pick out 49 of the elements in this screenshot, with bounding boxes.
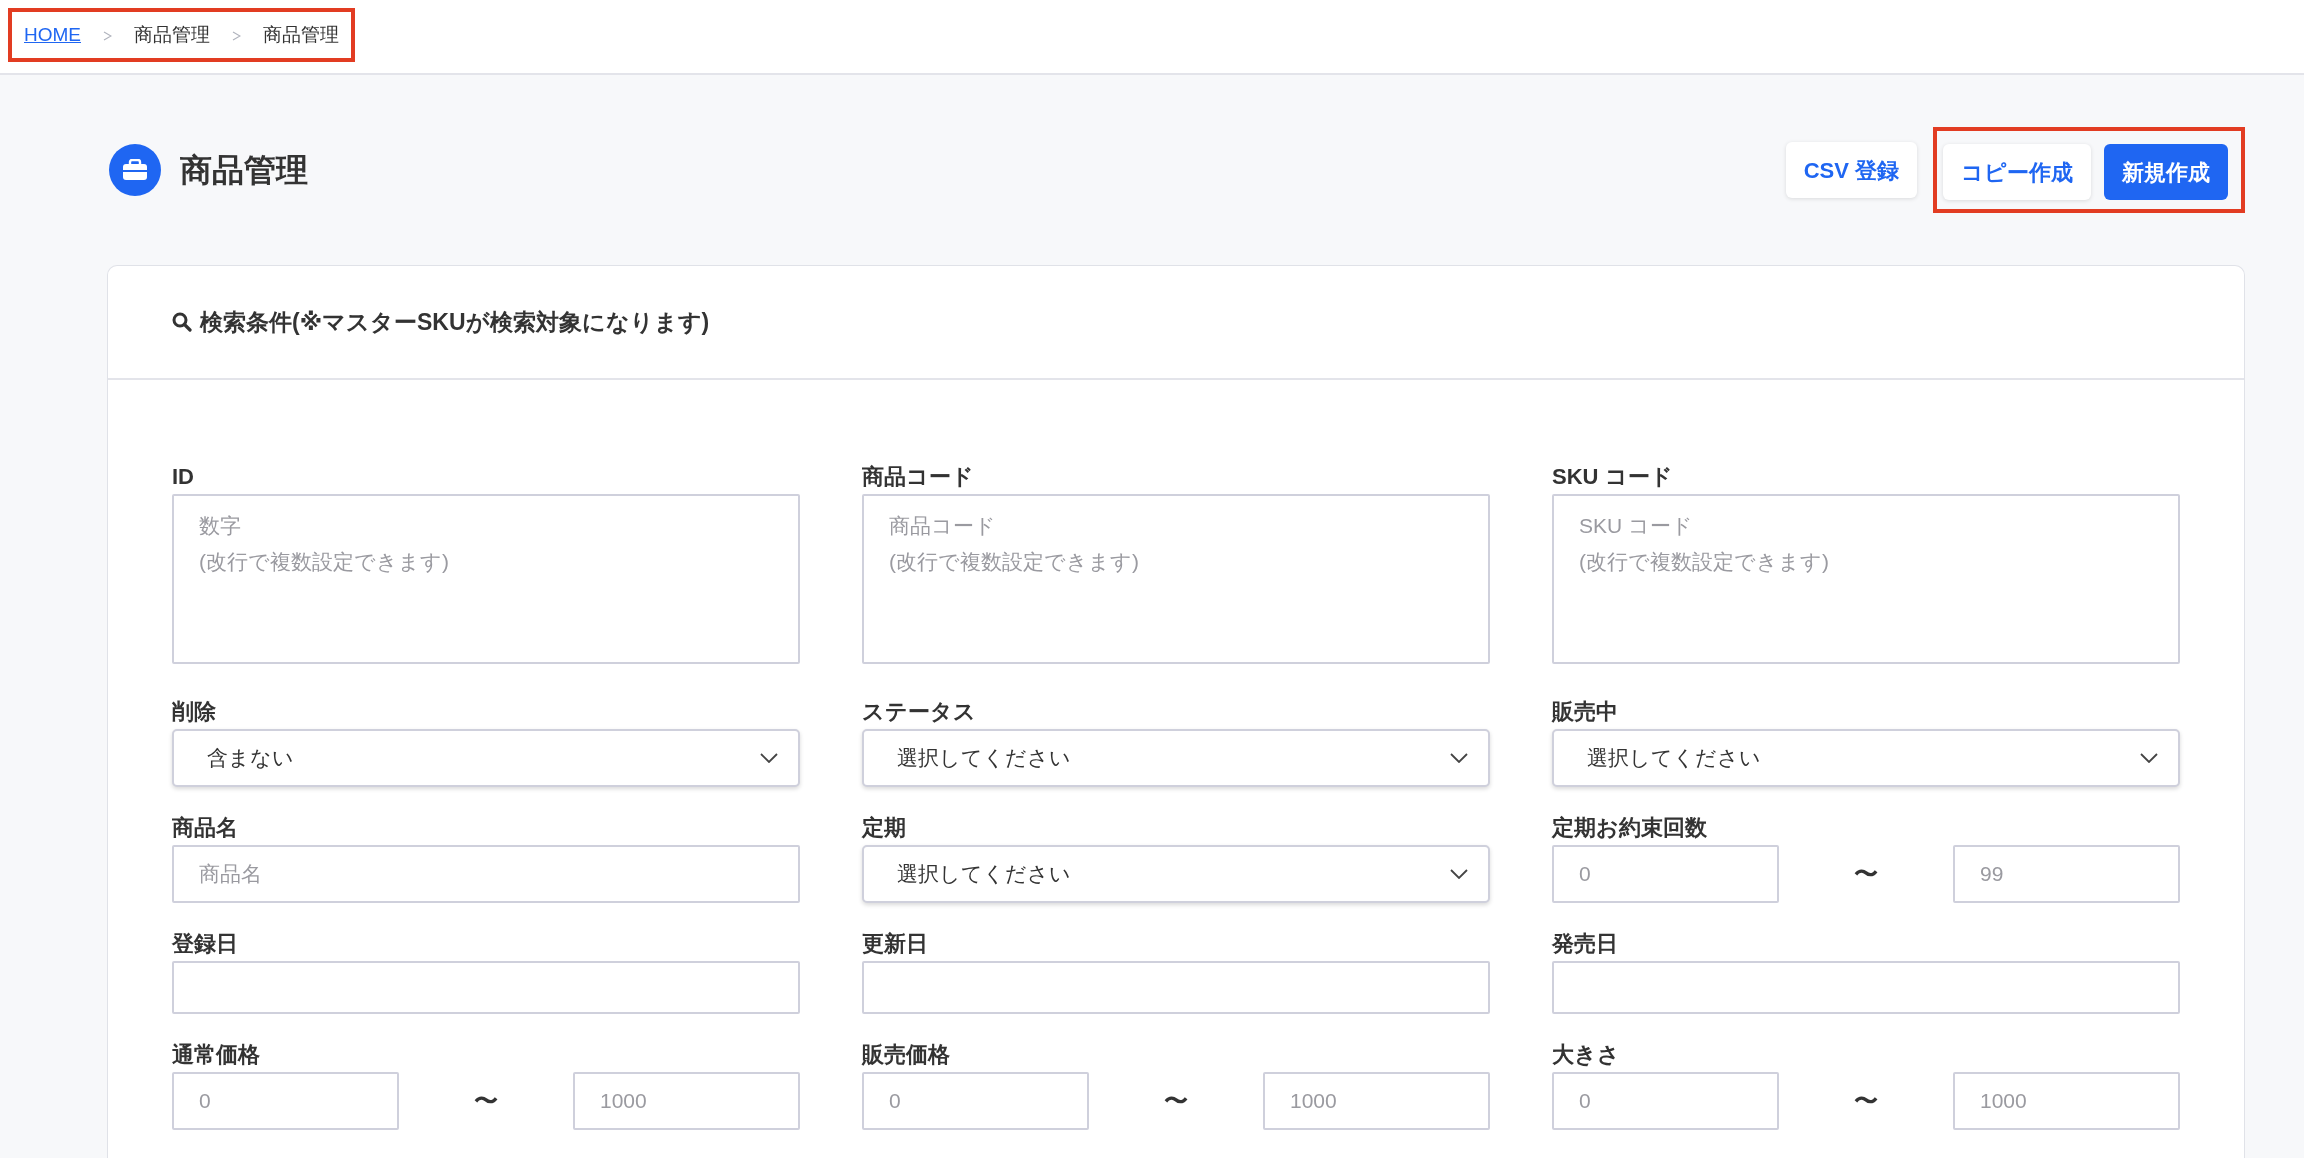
field-label: 登録日 — [172, 930, 239, 958]
field-label: ID — [172, 463, 195, 491]
select-field[interactable]: 含まない — [172, 729, 800, 787]
input-field[interactable]: 商品名 — [172, 845, 800, 903]
field-label: 定期 — [862, 814, 907, 842]
field-label: 大きさ — [1552, 1041, 1621, 1069]
action-button[interactable]: コピー作成 — [1943, 144, 2091, 200]
field-label: 販売価格 — [862, 1041, 951, 1069]
input-field[interactable]: 0 — [862, 1072, 1089, 1130]
field-label: 通常価格 — [172, 1041, 261, 1069]
field-label: ステータス — [862, 698, 977, 726]
field-label: 定期お約束回数 — [1552, 814, 1708, 842]
range-separator: 〜 — [1853, 1086, 1879, 1116]
chevron-down-icon — [2140, 753, 2158, 763]
search-icon — [172, 312, 192, 332]
input-field[interactable]: SKU コード (改行で複数設定できます) — [1552, 494, 2180, 664]
range-separator: 〜 — [473, 1086, 499, 1116]
action-button[interactable]: 新規作成 — [2104, 144, 2228, 200]
input-field[interactable]: 1000 — [1263, 1072, 1490, 1130]
page-title: 商品管理 — [180, 151, 308, 190]
select-field[interactable]: 選択してください — [1552, 729, 2180, 787]
select-field[interactable]: 選択してください — [862, 845, 1490, 903]
breadcrumb-link[interactable]: HOME — [24, 20, 81, 50]
input-field[interactable]: 1000 — [1953, 1072, 2180, 1130]
input-field[interactable]: 99 — [1953, 845, 2180, 903]
input-field[interactable]: 1000 — [573, 1072, 800, 1130]
field-label: 商品名 — [172, 814, 239, 842]
panel-title: 検索条件(※マスターSKUが検索対象になります) — [200, 307, 710, 337]
input-field[interactable]: 数字 (改行で複数設定できます) — [172, 494, 800, 664]
breadcrumb-item: 商品管理 — [134, 22, 210, 47]
input-field[interactable]: 0 — [172, 1072, 399, 1130]
chevron-down-icon — [760, 753, 778, 763]
chevron-down-icon — [1450, 869, 1468, 879]
briefcase-icon — [109, 144, 161, 196]
field-label: 販売中 — [1552, 698, 1619, 726]
breadcrumb-item: 商品管理 — [263, 22, 339, 47]
select-field[interactable]: 選択してください — [862, 729, 1490, 787]
range-separator: 〜 — [1853, 859, 1879, 889]
input-field[interactable]: 商品コード (改行で複数設定できます) — [862, 494, 1490, 664]
field-label: 削除 — [172, 698, 217, 726]
chevron-down-icon — [1450, 753, 1468, 763]
input-field[interactable]: 0 — [1552, 845, 1779, 903]
range-separator: 〜 — [1163, 1086, 1189, 1116]
field-label: 商品コード — [862, 463, 975, 491]
field-label: SKU コード — [1552, 463, 1674, 491]
input-field[interactable]: 0 — [1552, 1072, 1779, 1130]
action-button[interactable]: CSV 登録 — [1785, 142, 1917, 198]
field-label: 更新日 — [862, 930, 929, 958]
field-label: 発売日 — [1552, 930, 1619, 958]
